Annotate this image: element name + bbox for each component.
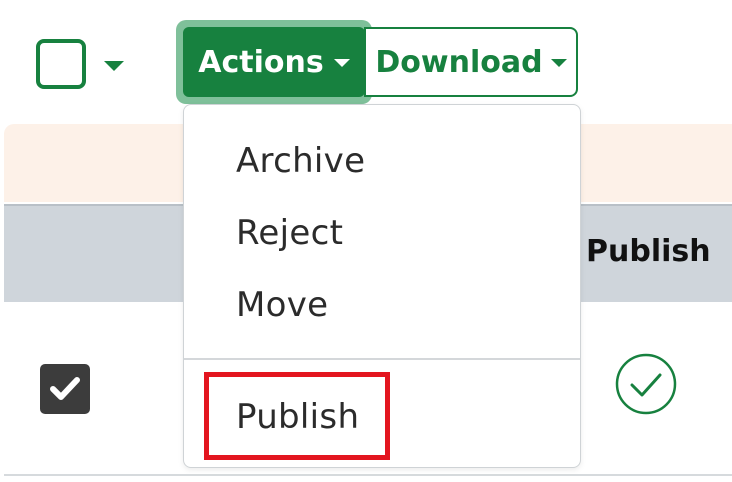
check-circle-icon xyxy=(614,352,678,416)
menu-item-archive[interactable]: Archive xyxy=(236,141,365,181)
actions-button[interactable]: Actions xyxy=(183,27,365,97)
download-button-label: Download xyxy=(375,44,543,80)
select-all-checkbox[interactable] xyxy=(36,39,86,89)
chevron-down-icon xyxy=(550,59,567,67)
download-button[interactable]: Download xyxy=(364,27,578,97)
menu-item-reject[interactable]: Reject xyxy=(236,213,343,253)
column-header-publish: Publish xyxy=(586,234,711,269)
menu-item-move[interactable]: Move xyxy=(236,285,328,325)
menu-divider xyxy=(184,358,580,360)
publish-highlight-box xyxy=(204,372,390,460)
select-options-chevron-down-icon[interactable] xyxy=(104,61,124,71)
checkmark-icon xyxy=(50,377,80,400)
chevron-down-icon xyxy=(333,59,350,67)
actions-button-focus-ring: Actions xyxy=(176,20,372,104)
actions-button-label: Actions xyxy=(198,44,324,80)
row-checkbox[interactable] xyxy=(40,364,90,414)
